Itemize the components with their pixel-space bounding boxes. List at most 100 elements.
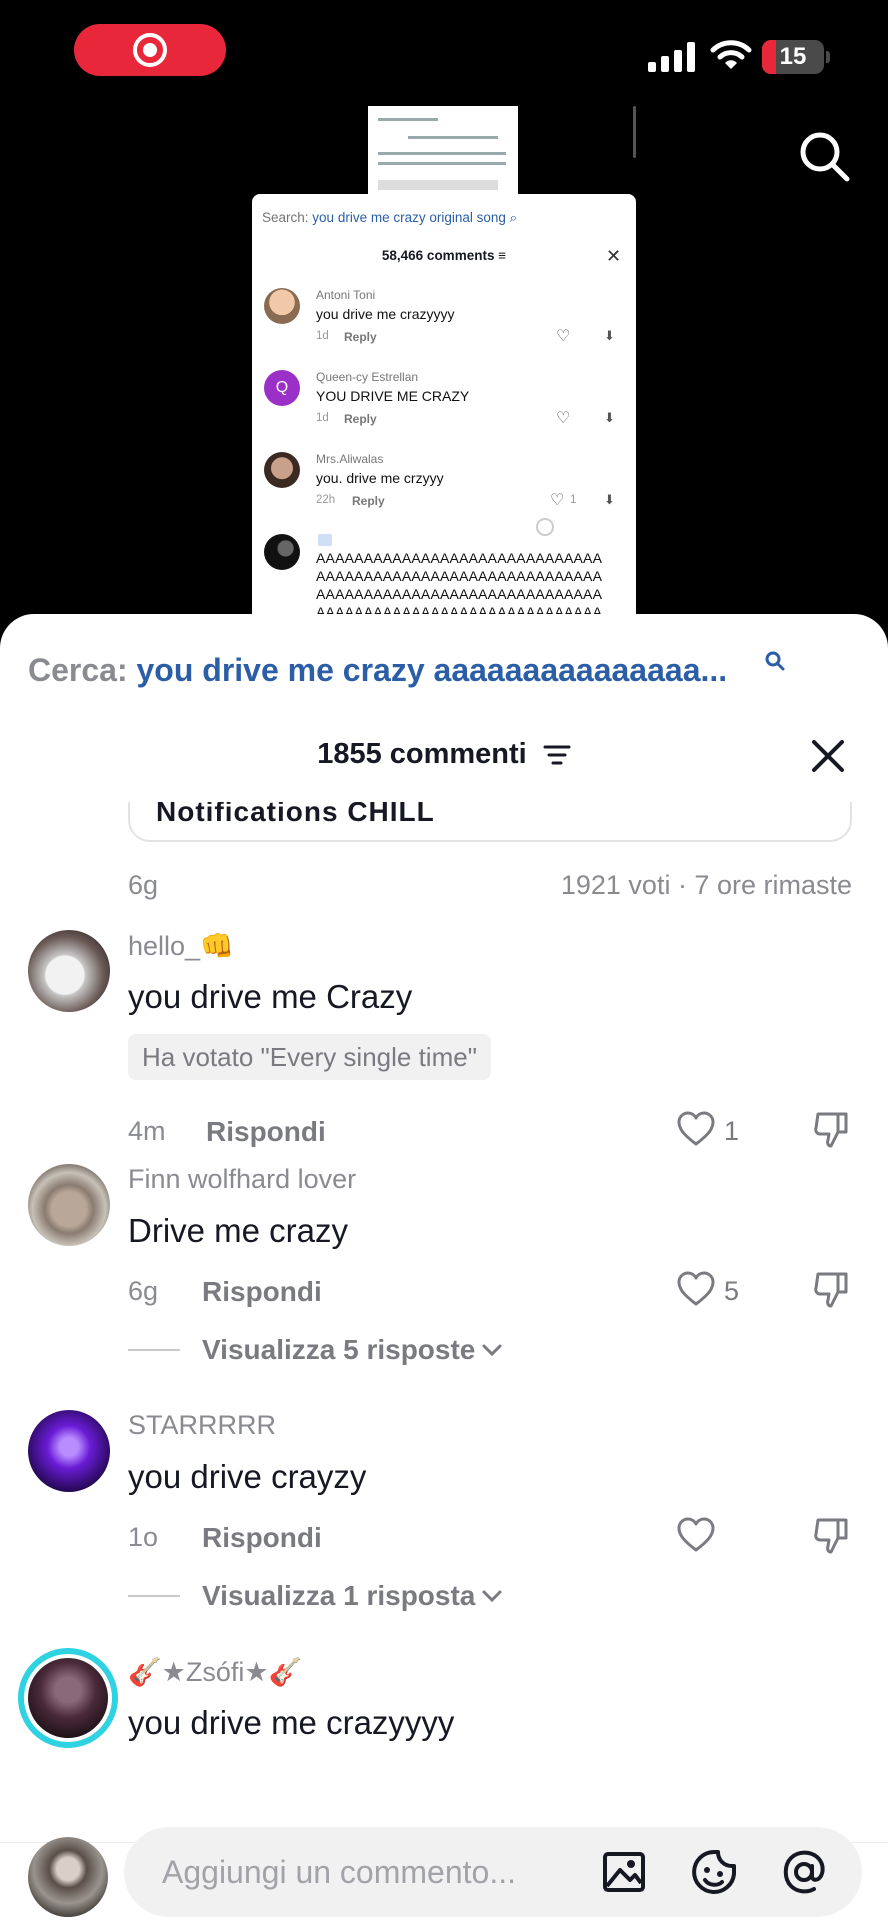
avatar [264, 534, 300, 570]
avatar [28, 1658, 108, 1738]
shot-username: Queen-cy Estrellan [316, 370, 419, 384]
view-replies-label: Visualizza 1 risposta [202, 1580, 476, 1611]
comment-count: 1855 commenti [317, 738, 527, 770]
search-icon [765, 651, 785, 671]
shot-comment: Mrs.Aliwalas you. drive me crzyyy 22h Re… [264, 452, 624, 522]
heart-icon[interactable] [676, 1270, 716, 1308]
comment-time: 4m [128, 1116, 166, 1146]
comment-time: 1o [128, 1522, 159, 1552]
mention-icon[interactable] [780, 1848, 828, 1896]
screen-recording-indicator[interactable] [74, 24, 226, 76]
comment-username[interactable]: hello_👊 [128, 930, 234, 962]
emoji-icon[interactable] [690, 1848, 738, 1896]
heart-icon: ♡ [556, 410, 571, 427]
search-icon: ⌕ [509, 210, 518, 225]
avatar-story-ring[interactable] [18, 1648, 118, 1748]
loading-icon [536, 518, 554, 536]
view-replies-label: Visualizza 5 risposte [202, 1334, 476, 1365]
dislike-icon: ⬇ [604, 328, 615, 343]
avatar [264, 452, 300, 488]
dislike-icon: ⬇ [604, 492, 615, 507]
heart-icon[interactable] [676, 1110, 716, 1148]
shot-time: 1d [316, 330, 329, 342]
heart-icon[interactable] [676, 1516, 716, 1554]
dislike-icon[interactable] [812, 1268, 852, 1310]
avatar[interactable] [28, 1837, 108, 1917]
view-replies-button[interactable]: Visualizza 1 risposta [128, 1580, 503, 1612]
signal-icon [648, 42, 695, 72]
comment-text: Drive me crazy [128, 1212, 349, 1249]
wifi-icon [710, 40, 752, 69]
video-thumbnail-preview [368, 106, 518, 194]
shot-reply: Reply [344, 412, 377, 426]
avatar [264, 288, 300, 324]
heart-icon: ♡ [550, 492, 565, 509]
avatar[interactable] [28, 1410, 110, 1492]
poll-age: 6g [128, 870, 159, 900]
reply-button[interactable]: Rispondi [206, 1116, 326, 1148]
avatar[interactable] [28, 1164, 110, 1246]
search-suggestion[interactable]: Cerca: you drive me crazy aaaaaaaaaaaaaa… [28, 652, 727, 689]
filter-icon: ≡ [498, 248, 507, 263]
shot-spam-line: AAAAAAAAAAAAAAAAAAAAAAAAAAAAAA [316, 586, 603, 602]
shot-comment: Q Queen-cy Estrellan YOU DRIVE ME CRAZY … [264, 370, 624, 440]
shot-spam-line: AAAAAAAAAAAAAAAAAAAAAAAAAAAAAA [316, 604, 603, 614]
heart-icon: ♡ [556, 328, 571, 345]
battery-icon: 15 [762, 40, 824, 74]
shot-reply: Reply [344, 330, 377, 344]
comment-text: you drive crayzy [128, 1458, 367, 1495]
chevron-down-icon [482, 1344, 502, 1357]
shot-time: 22h [316, 494, 336, 506]
comment-input-bar [0, 1827, 888, 1920]
video-comment-screenshot: Search: you drive me crazy original song… [252, 194, 636, 614]
comment-text: you drive me crazyyyy [128, 1704, 455, 1741]
view-replies-button[interactable]: Visualizza 5 risposte [128, 1334, 503, 1366]
comment-username[interactable]: Finn wolfhard lover [128, 1164, 356, 1195]
comment-username[interactable]: STARRRRR [128, 1410, 276, 1441]
comments-sheet: Cerca: you drive me crazy aaaaaaaaaaaaaa… [0, 614, 888, 1920]
shot-spam-line: AAAAAAAAAAAAAAAAAAAAAAAAAAAAAA [316, 568, 603, 584]
poll-option-text: Notifications CHILL [156, 802, 435, 827]
shot-comment-text: you. drive me crzyyy [316, 470, 444, 486]
dislike-icon[interactable] [812, 1108, 852, 1150]
record-icon [133, 33, 167, 67]
search-query-link[interactable]: you drive me crazy aaaaaaaaaaaaaaa... [137, 652, 728, 688]
close-icon: ✕ [606, 246, 622, 266]
avatar[interactable] [28, 930, 110, 1012]
like-count: 5 [724, 1276, 740, 1306]
comment-list[interactable]: Notifications CHILL 6g 1921 voti · 7 ore… [0, 802, 888, 1822]
badge-icon [318, 534, 332, 546]
filter-icon[interactable] [543, 743, 571, 767]
shot-search-label: Search: [262, 210, 309, 225]
poll-option[interactable]: Notifications CHILL [128, 802, 852, 842]
shot-comment-text: YOU DRIVE ME CRAZY [316, 388, 470, 404]
shot-username: Antoni Toni [316, 288, 376, 302]
avatar: Q [264, 370, 300, 406]
shot-comment-count-text: 58,466 comments [381, 248, 495, 263]
vote-tag: Ha votato "Every single time" [128, 1034, 491, 1080]
close-icon[interactable] [810, 738, 846, 774]
chevron-down-icon [482, 1590, 502, 1603]
comment-time: 6g [128, 1276, 159, 1306]
shot-username: Mrs.Aliwalas [316, 452, 384, 466]
shot-comment: Antoni Toni you drive me crazyyyy 1d Rep… [264, 288, 624, 358]
reply-button[interactable]: Rispondi [202, 1276, 322, 1308]
search-label: Cerca: [28, 652, 128, 688]
shot-search-query: you drive me crazy original song [312, 210, 506, 225]
reply-button[interactable]: Rispondi [202, 1522, 322, 1554]
like-count: 1 [724, 1116, 740, 1146]
dislike-icon[interactable] [812, 1514, 852, 1556]
comment-input-container[interactable] [124, 1827, 862, 1917]
comment-input[interactable] [162, 1827, 582, 1917]
shot-like-count: 1 [570, 494, 577, 506]
shot-search-bar: Search: you drive me crazy original song… [262, 210, 517, 226]
status-bar: 15 [0, 0, 888, 110]
shot-time: 1d [316, 412, 329, 424]
battery-level: 15 [779, 43, 807, 70]
poll-votes-info: 1921 voti · 7 ore rimaste [560, 870, 852, 900]
image-icon[interactable] [600, 1848, 648, 1896]
comment-username[interactable]: 🎸★Zsófi★🎸 [128, 1656, 302, 1688]
shot-comment-text: you drive me crazyyyy [316, 306, 455, 322]
search-icon[interactable] [798, 130, 852, 184]
shot-spam-line: AAAAAAAAAAAAAAAAAAAAAAAAAAAAAA [316, 550, 603, 566]
